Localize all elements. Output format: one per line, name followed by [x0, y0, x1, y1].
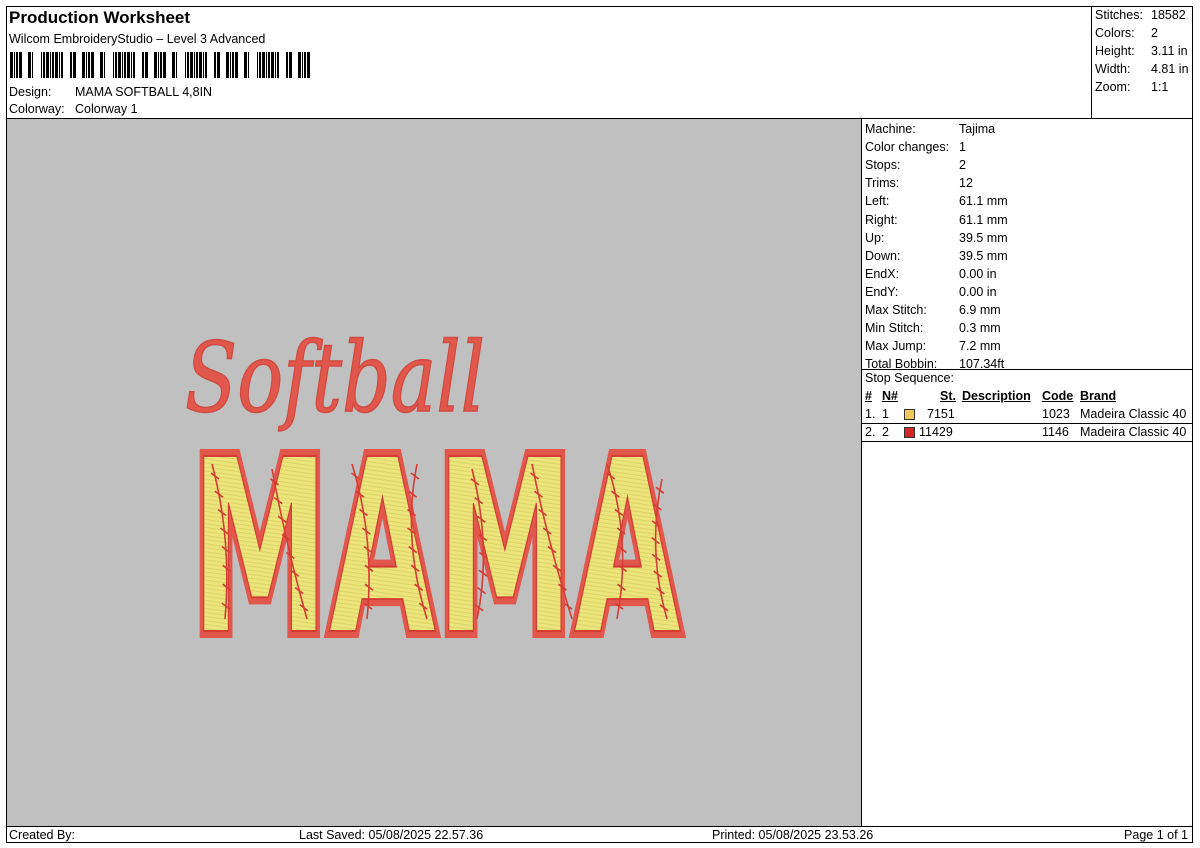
design-name: MAMA SOFTBALL 4,8IN	[75, 85, 213, 99]
created-by: Created By:	[9, 828, 76, 842]
machine-info-value: 1	[959, 140, 966, 155]
stat-zoom: Zoom: 1:1	[1095, 80, 1169, 94]
machine-info-value: 39.5 mm	[959, 230, 1008, 245]
stop-sequence-divider	[862, 369, 1192, 370]
machine-info-label: Up:	[865, 230, 885, 245]
row-divider	[862, 441, 1192, 442]
machine-info-row: Max Jump: 7.2 mm	[865, 337, 1001, 355]
stop-sequence-table: # N# St. Description Code Brand 1. 1 715…	[862, 389, 1192, 449]
col-header-stitches: St.	[940, 389, 956, 403]
stat-colors: Colors: 2	[1095, 26, 1158, 40]
machine-info-label: Max Jump:	[865, 339, 927, 354]
colorway-name: Colorway 1	[75, 102, 138, 116]
machine-info-value: 61.1 mm	[959, 194, 1008, 209]
design-preview[interactable]: Softball MAMA MAMA	[7, 119, 862, 826]
machine-info-label: EndY:	[865, 284, 899, 299]
col-header-code: Code	[1042, 389, 1074, 403]
machine-info-label: Left:	[865, 194, 890, 209]
machine-info-row: Min Stitch: 0.3 mm	[865, 319, 1001, 337]
worksheet-header: Production Worksheet Wilcom EmbroiderySt…	[7, 7, 1092, 119]
printed-date: Printed: 05/08/2025 23.53.26	[712, 828, 874, 842]
color-swatch	[904, 409, 915, 420]
col-header-n: N#	[882, 389, 898, 403]
machine-info-row: Up: 39.5 mm	[865, 229, 1008, 247]
machine-info-value: 0.3 mm	[959, 321, 1001, 336]
block-lettering-fill: MAMA	[191, 408, 681, 688]
color-swatch	[904, 427, 915, 438]
machine-info-value: 6.9 mm	[959, 303, 1001, 317]
design-label: Design:	[9, 85, 52, 99]
machine-info-label: Min Stitch:	[865, 321, 924, 336]
col-header-description: Description	[962, 389, 1031, 403]
colorway-label: Colorway:	[9, 102, 65, 116]
machine-info-row: EndX: 0.00 in	[865, 265, 997, 283]
machine-info-label: Right:	[865, 212, 898, 227]
page-number: Page 1 of 1	[1124, 828, 1188, 842]
machine-info-value: 61.1 mm	[959, 212, 1008, 227]
machine-info-label: Machine:	[865, 122, 916, 136]
machine-info-label: Stops:	[865, 158, 901, 173]
machine-info-value: 2	[959, 158, 966, 173]
machine-info-label: Color changes:	[865, 140, 950, 155]
machine-info-row: Machine: Tajima	[865, 120, 995, 138]
colorway-row: Colorway: Colorway 1	[9, 102, 138, 116]
machine-info-label: Down:	[865, 248, 901, 263]
machine-info-panel: Machine: Tajima Color changes: 1 Stops: 2 Trim…	[862, 119, 1192, 826]
machine-info-row: Down: 39.5 mm	[865, 247, 1008, 265]
machine-info-row: Stops: 2	[865, 156, 966, 174]
design-stats: Stitches: 18582 Colors: 2 Height: 3.11 in W…	[1092, 7, 1192, 119]
col-header-brand: Brand	[1080, 389, 1117, 403]
last-saved: Last Saved: 05/08/2025 22.57.36	[299, 828, 484, 842]
machine-info-row: Left: 61.1 mm	[865, 192, 1008, 210]
page-title: Production Worksheet	[9, 8, 191, 27]
row-divider	[862, 423, 1192, 424]
machine-info-row: EndY: 0.00 in	[865, 283, 997, 301]
machine-info-value: Tajima	[959, 122, 996, 136]
stat-stitches: Stitches: 18582	[1095, 8, 1186, 22]
machine-info-value: 7.2 mm	[959, 339, 1001, 354]
machine-info-row: Trims: 12	[865, 174, 973, 192]
machine-info-value: 39.5 mm	[959, 248, 1008, 263]
worksheet-footer: Created By: Last Saved: 05/08/2025 22.57…	[7, 826, 1192, 843]
software-name: Wilcom EmbroideryStudio – Level 3 Advanc…	[9, 32, 266, 46]
machine-info-value: 0.00 in	[959, 284, 997, 299]
stat-width: Width: 4.81 in	[1095, 62, 1189, 76]
stat-height: Height: 3.11 in	[1095, 44, 1188, 58]
col-header-num: #	[865, 389, 872, 403]
barcode	[10, 52, 310, 78]
stop-sequence-label: Stop Sequence:	[865, 371, 954, 385]
machine-info-value: 0.00 in	[959, 266, 997, 281]
machine-info-row: Max Stitch: 6.9 mm	[865, 301, 1001, 319]
machine-info-label: Max Stitch:	[865, 303, 927, 317]
machine-info-row: Color changes: 1	[865, 138, 966, 156]
embroidery-artwork: Softball MAMA MAMA	[184, 321, 688, 695]
machine-info-label: Trims:	[865, 176, 900, 191]
machine-info-label: EndX:	[865, 266, 900, 281]
machine-info-value: 12	[959, 176, 973, 191]
production-worksheet: Production Worksheet Wilcom EmbroiderySt…	[6, 6, 1193, 843]
machine-info-row: Right: 61.1 mm	[865, 211, 1008, 229]
design-row: Design: MAMA SOFTBALL 4,8IN	[9, 85, 212, 99]
